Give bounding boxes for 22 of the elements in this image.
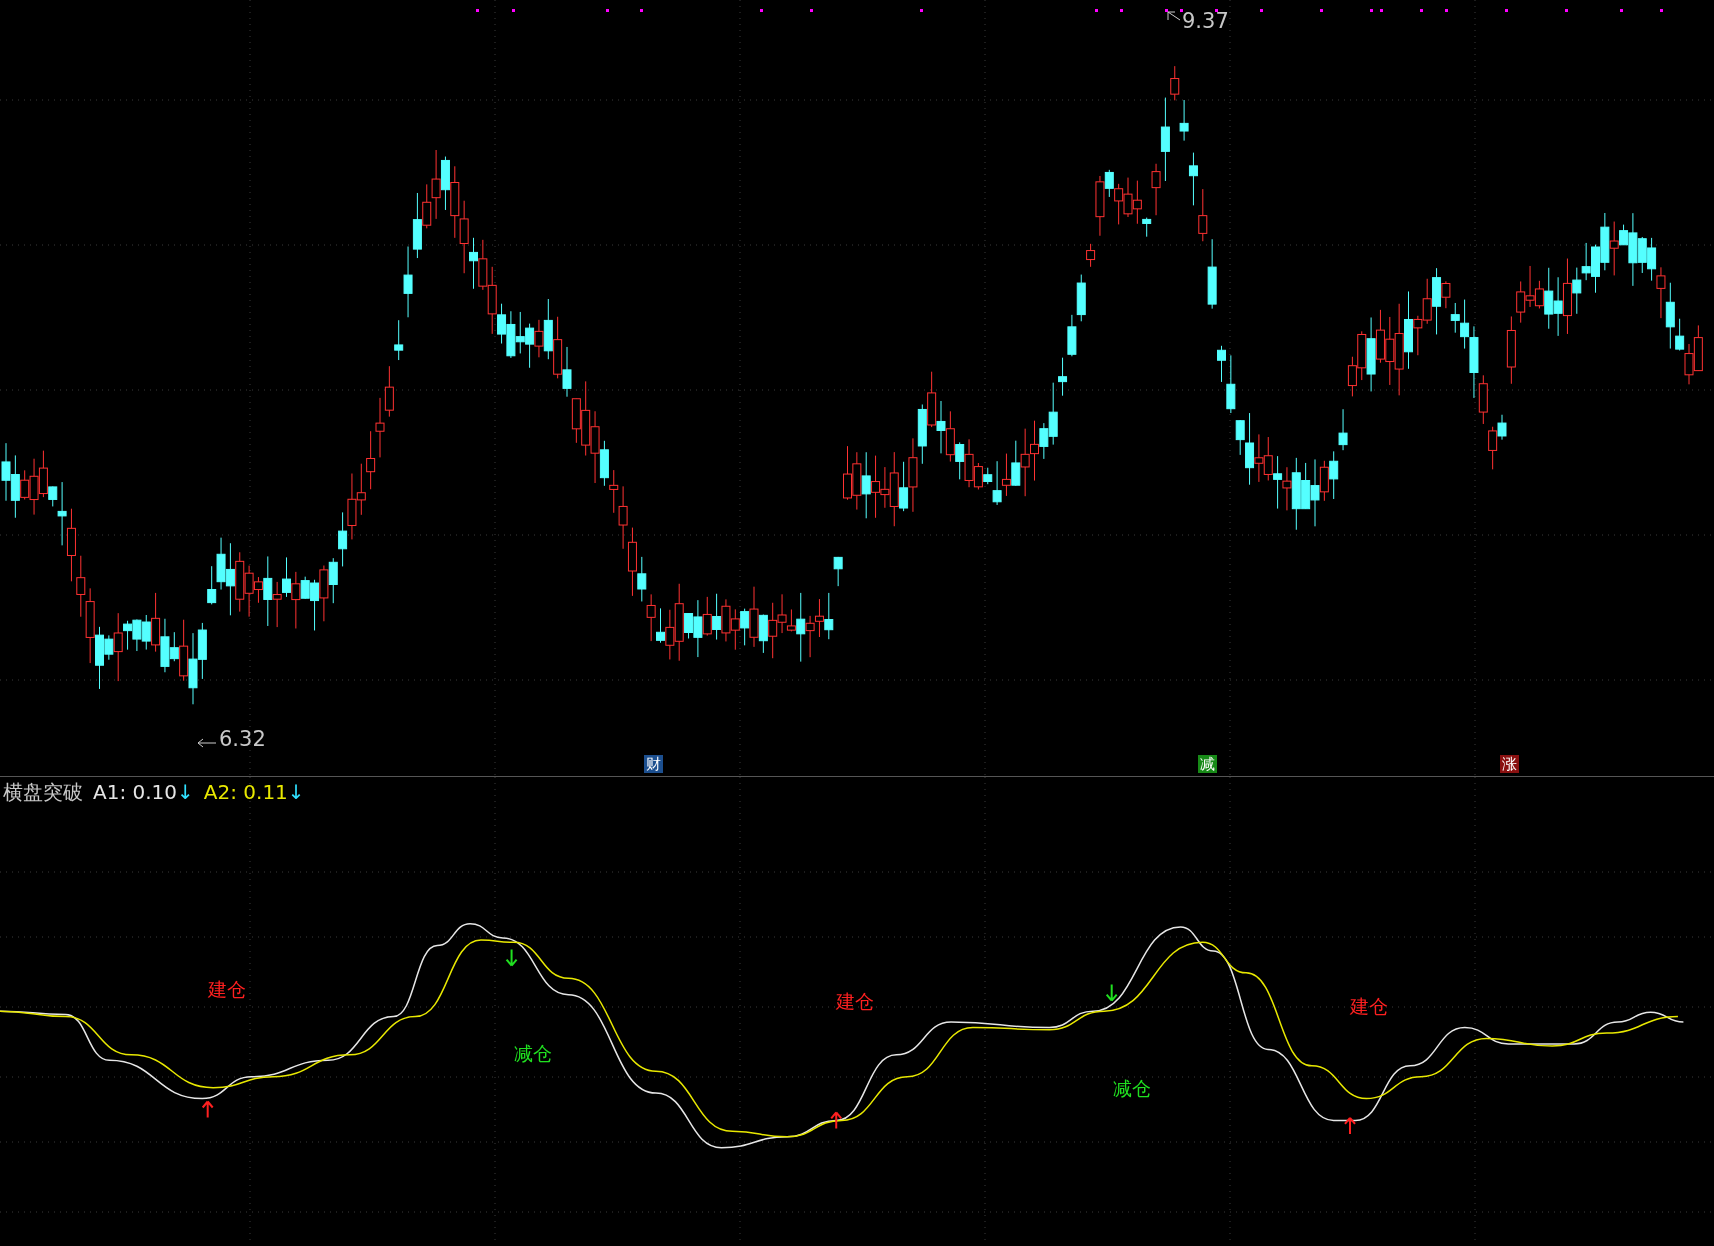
signal-label: 建仓 bbox=[1349, 994, 1388, 1017]
event-marker[interactable]: 减 bbox=[1198, 755, 1217, 773]
signal-label: 减仓 bbox=[1112, 1076, 1151, 1099]
signal-label: 减仓 bbox=[513, 1041, 552, 1064]
down-arrow-icon bbox=[505, 948, 518, 967]
signal-label: 建仓 bbox=[207, 978, 246, 1001]
indicator-value: A2: 0.11 bbox=[203, 779, 288, 805]
trend-arrow: ↓ bbox=[287, 779, 305, 805]
high-price-label: 9.37 bbox=[1182, 9, 1229, 33]
down-arrow-icon bbox=[1105, 983, 1118, 1002]
pointer-icon bbox=[1167, 11, 1181, 21]
event-marker[interactable]: 涨 bbox=[1500, 755, 1519, 773]
signal-label: 建仓 bbox=[836, 990, 875, 1013]
pointer-icon bbox=[197, 738, 217, 748]
indicator-value: A1: 0.10 bbox=[93, 779, 178, 805]
low-price-label: 6.32 bbox=[219, 727, 266, 751]
trend-arrow: ↓ bbox=[177, 779, 194, 805]
up-arrow-icon bbox=[830, 1111, 843, 1130]
up-arrow-icon bbox=[1344, 1116, 1356, 1135]
indicator-name: 横盘突破 bbox=[3, 779, 83, 805]
up-arrow-icon bbox=[201, 1100, 214, 1119]
event-marker[interactable]: 财 bbox=[644, 755, 663, 773]
